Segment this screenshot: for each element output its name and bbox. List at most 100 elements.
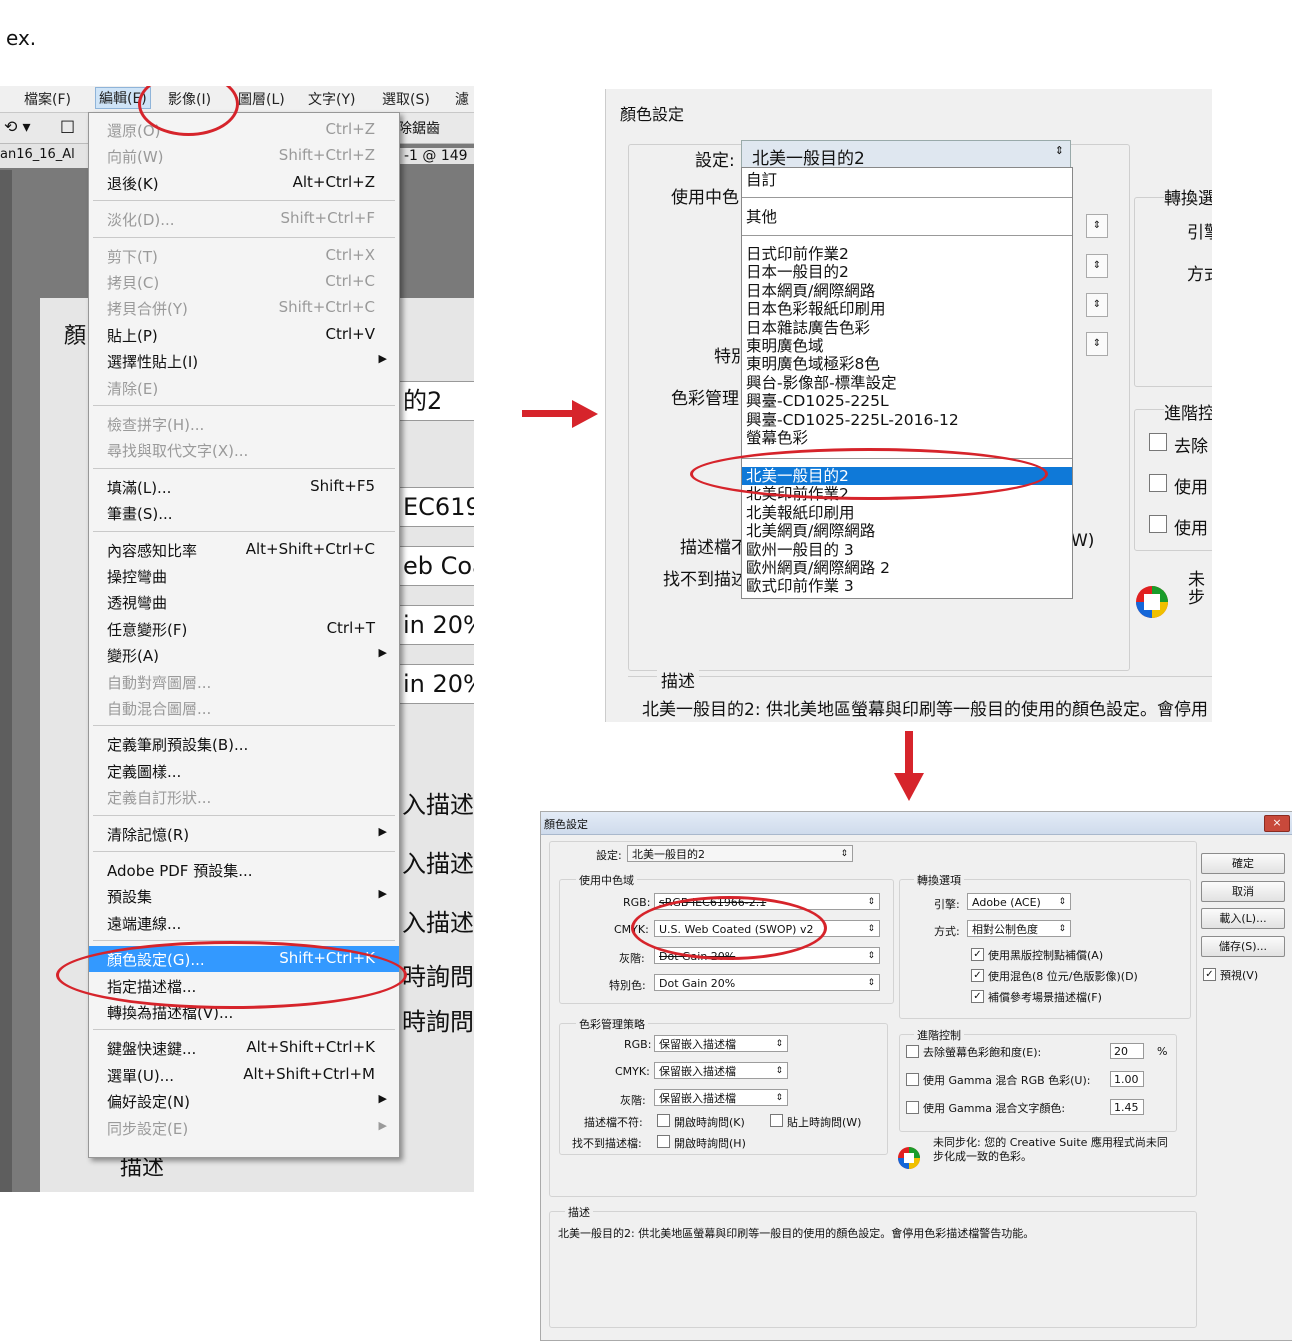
select-spinner[interactable]: ⇕ bbox=[1086, 293, 1108, 317]
checkbox[interactable] bbox=[906, 1045, 919, 1058]
checkbox[interactable] bbox=[906, 1101, 919, 1114]
settings-select[interactable]: 北美一般目的2 ⇕ bbox=[627, 845, 853, 862]
preset-option[interactable]: 螢幕色彩 bbox=[746, 429, 808, 447]
preset-option[interactable]: 北美網頁/網際網路 bbox=[746, 522, 875, 540]
menu-item[interactable]: 鍵盤快速鍵... Alt+Shift+Ctrl+K bbox=[89, 1035, 399, 1061]
menu-separator bbox=[93, 200, 395, 202]
preset-option[interactable]: 日本一般目的2 bbox=[746, 263, 849, 281]
preset-option[interactable]: 日本色彩報紙印刷用 bbox=[746, 300, 886, 318]
menu-separator bbox=[93, 814, 395, 816]
load-button[interactable]: 載入(L)... bbox=[1201, 908, 1285, 929]
ok-button[interactable]: 確定 bbox=[1201, 853, 1285, 874]
edit-menu-screenshot: 檔案(F) 編輯(E) 影像(I) 圖層(L) 文字(Y) 選取(S) 濾 ⟲ … bbox=[0, 86, 474, 1192]
checkbox[interactable] bbox=[1149, 474, 1167, 492]
menu-item[interactable]: 選單(U)... Alt+Shift+Ctrl+M bbox=[89, 1062, 399, 1088]
tool-icon[interactable]: ⟲ ▾ bbox=[4, 117, 31, 136]
menu-item[interactable]: 自動混合圖層... bbox=[89, 695, 399, 721]
preset-option[interactable]: 歐式印前作業 3 bbox=[746, 577, 854, 595]
menu-item[interactable]: 筆畫(S)... bbox=[89, 500, 399, 526]
menu-item[interactable]: 向前(W) Shift+Ctrl+Z bbox=[89, 143, 399, 169]
menu-item[interactable]: 定義圖樣... bbox=[89, 758, 399, 784]
checkbox[interactable] bbox=[770, 1114, 783, 1127]
preset-option[interactable]: 東明廣色域極彩8色 bbox=[746, 355, 880, 373]
menu-item[interactable]: 內容感知比率 Alt+Shift+Ctrl+C bbox=[89, 537, 399, 563]
spot-select[interactable]: Dot Gain 20% ⇕ bbox=[654, 974, 880, 991]
doc-tab[interactable]: an16_16_Al bbox=[0, 144, 90, 168]
menu-item[interactable]: 定義筆刷預設集(B)... bbox=[89, 731, 399, 757]
menu-item[interactable]: 退後(K) Alt+Ctrl+Z bbox=[89, 170, 399, 196]
select-spinner[interactable]: ⇕ bbox=[1086, 332, 1108, 356]
menu-item[interactable]: 清除(E) bbox=[89, 375, 399, 401]
checkbox-checked[interactable]: ✓ bbox=[1203, 968, 1216, 981]
select-spinner[interactable]: ⇕ bbox=[1086, 214, 1108, 238]
preset-option[interactable]: 自訂 bbox=[746, 171, 777, 189]
checkbox-checked[interactable]: ✓ bbox=[971, 948, 984, 961]
menu-item[interactable]: 拷貝合併(Y) Shift+Ctrl+C bbox=[89, 295, 399, 321]
save-button[interactable]: 儲存(S)... bbox=[1201, 936, 1285, 957]
menu-item[interactable]: 預設集 ▶ bbox=[89, 883, 399, 909]
menu-item[interactable]: 貼上(P) Ctrl+V bbox=[89, 322, 399, 348]
checkbox-checked[interactable]: ✓ bbox=[971, 990, 984, 1003]
menu-item[interactable]: 淡化(D)... Shift+Ctrl+F bbox=[89, 206, 399, 232]
menu-item[interactable]: 同步設定(E) ▶ bbox=[89, 1115, 399, 1141]
cms-rgb-select[interactable]: 保留嵌入描述檔 ⇕ bbox=[654, 1035, 788, 1052]
checkbox[interactable] bbox=[657, 1135, 670, 1148]
preset-option[interactable]: 日式印前作業2 bbox=[746, 245, 849, 263]
menu-item[interactable]: 清除記憶(R) ▶ bbox=[89, 821, 399, 847]
menu-item[interactable]: 偏好設定(N) ▶ bbox=[89, 1088, 399, 1114]
intent-select[interactable]: 相對公制色度 ⇕ bbox=[967, 920, 1071, 937]
menu-type[interactable]: 文字(Y) bbox=[308, 89, 355, 109]
engine-select[interactable]: Adobe (ACE) ⇕ bbox=[967, 893, 1071, 910]
menu-item[interactable]: 還原(O) Ctrl+Z bbox=[89, 117, 399, 143]
menu-item-label: 任意變形(F) bbox=[107, 620, 188, 639]
menu-item[interactable]: 填滿(L)... Shift+F5 bbox=[89, 474, 399, 500]
cms-gray-select[interactable]: 保留嵌入描述檔 ⇕ bbox=[654, 1089, 788, 1106]
menu-item[interactable]: Adobe PDF 預設集... bbox=[89, 857, 399, 883]
menu-item[interactable]: 透視彎曲 bbox=[89, 589, 399, 615]
menu-item[interactable]: 剪下(T) Ctrl+X bbox=[89, 243, 399, 269]
menu-item[interactable]: 任意變形(F) Ctrl+T bbox=[89, 616, 399, 642]
menu-item[interactable]: 選擇性貼上(I) ▶ bbox=[89, 348, 399, 374]
cms-label: 色彩管理策略 bbox=[576, 1016, 648, 1032]
gamma-rgb-input[interactable]: 1.00 bbox=[1110, 1071, 1144, 1087]
preset-option[interactable]: 歐州網頁/網際網路 2 bbox=[746, 559, 890, 577]
menu-select[interactable]: 選取(S) bbox=[382, 89, 430, 109]
preset-option[interactable]: 日本網頁/網際網路 bbox=[746, 282, 875, 300]
menu-item[interactable]: 遠端連線... bbox=[89, 910, 399, 936]
menu-file[interactable]: 檔案(F) bbox=[24, 89, 71, 109]
menu-item[interactable]: 定義自訂形狀... bbox=[89, 784, 399, 810]
menu-filter[interactable]: 濾 bbox=[455, 89, 469, 109]
select-spinner[interactable]: ⇕ bbox=[1086, 254, 1108, 278]
desaturate-input[interactable]: 20 bbox=[1110, 1043, 1144, 1059]
preset-option[interactable]: 其他 bbox=[746, 208, 777, 226]
preset-option[interactable]: 北美報紙印刷用 bbox=[746, 504, 855, 522]
menu-item[interactable]: 檢查拼字(H)... bbox=[89, 411, 399, 437]
cancel-button[interactable]: 取消 bbox=[1201, 881, 1285, 902]
gamma-text-input[interactable]: 1.45 bbox=[1110, 1099, 1144, 1115]
rect-icon[interactable]: □ bbox=[60, 116, 75, 135]
gamma-rgb-label: 使用 bbox=[1174, 478, 1208, 498]
menu-item[interactable]: 尋找與取代文字(X)... bbox=[89, 437, 399, 463]
close-button[interactable]: × bbox=[1264, 815, 1290, 832]
checkbox[interactable] bbox=[1149, 433, 1167, 451]
preset-option[interactable]: 歐州一般目的 3 bbox=[746, 541, 854, 559]
menu-item-shortcut: Alt+Shift+Ctrl+C bbox=[245, 539, 375, 558]
preset-option[interactable]: 日本雜誌廣告色彩 bbox=[746, 319, 870, 337]
menu-item[interactable]: 拷貝(C) Ctrl+C bbox=[89, 269, 399, 295]
settings-select[interactable]: 北美一般目的2 ⇕ bbox=[741, 140, 1071, 169]
checkbox[interactable] bbox=[906, 1073, 919, 1086]
menu-item-shortcut: Ctrl+Z bbox=[325, 120, 375, 138]
preset-option[interactable]: 東明廣色域 bbox=[746, 337, 824, 355]
checkbox[interactable] bbox=[657, 1114, 670, 1127]
menu-item[interactable]: 操控彎曲 bbox=[89, 563, 399, 589]
checkbox-checked[interactable]: ✓ bbox=[971, 969, 984, 982]
preset-option[interactable]: 興台-影像部-標準設定 bbox=[746, 374, 897, 392]
preset-option[interactable]: 興臺-CD1025-225L-2016-12 bbox=[746, 411, 959, 429]
menu-layer[interactable]: 圖層(L) bbox=[238, 89, 285, 109]
cms-cmyk-select[interactable]: 保留嵌入描述檔 ⇕ bbox=[654, 1062, 788, 1079]
preset-option[interactable]: 興臺-CD1025-225L bbox=[746, 392, 889, 410]
menu-item-shortcut: Alt+Shift+Ctrl+M bbox=[243, 1064, 375, 1083]
menu-item[interactable]: 自動對齊圖層... bbox=[89, 669, 399, 695]
checkbox[interactable] bbox=[1149, 515, 1167, 533]
menu-item[interactable]: 變形(A) ▶ bbox=[89, 642, 399, 668]
